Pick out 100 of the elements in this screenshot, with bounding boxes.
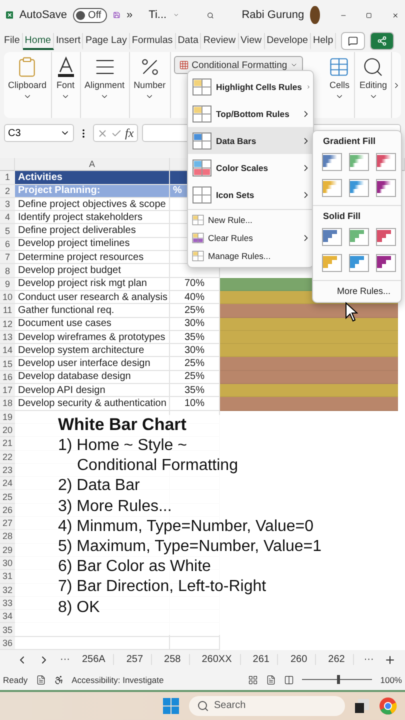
menu-item[interactable]: New Rule...: [188, 211, 313, 229]
row-number[interactable]: 36: [0, 636, 15, 650]
row-number[interactable]: 31: [0, 570, 15, 584]
ribbon-tab[interactable]: Insert: [54, 32, 84, 50]
caption-step: 2) Data Bar: [58, 476, 322, 497]
table-cell: Develop API design: [15, 384, 170, 398]
ribbon-group-label[interactable]: Editing: [359, 80, 387, 90]
row-number[interactable]: 32: [0, 584, 15, 597]
row-number[interactable]: 15: [0, 357, 15, 371]
sheet-tab[interactable]: 262: [326, 654, 354, 666]
sheet-tab[interactable]: 261: [250, 654, 278, 666]
menu-item[interactable]: Color Scales: [188, 154, 313, 181]
row-number[interactable]: 35: [0, 623, 15, 637]
row-number[interactable]: 23: [0, 464, 15, 478]
row-number[interactable]: 22: [0, 450, 15, 464]
ribbon-tab[interactable]: View: [238, 32, 265, 50]
row-number[interactable]: 26: [0, 504, 15, 518]
table-cell: Identify project stakeholders: [15, 211, 170, 224]
row-number[interactable]: 18: [0, 397, 15, 411]
ribbon-tab[interactable]: Review: [201, 32, 239, 50]
row-number[interactable]: 12: [0, 318, 15, 331]
sheet-tab[interactable]: 256A: [80, 654, 114, 666]
ribbon-tab[interactable]: Data: [176, 32, 202, 50]
row-number[interactable]: 6: [0, 238, 15, 252]
more-tabs[interactable]: ···: [60, 654, 70, 666]
table-cell: Develop wireframes & prototypes: [15, 330, 170, 344]
row-number[interactable]: 2: [0, 184, 15, 198]
file-name[interactable]: Ti...: [148, 9, 167, 21]
caption-step: 3) More Rules...: [58, 496, 322, 517]
menu-item[interactable]: Data Bars: [188, 127, 313, 154]
table-cell: Document use cases: [15, 318, 170, 331]
column-header[interactable]: A: [15, 158, 170, 172]
menu-item[interactable]: Highlight Cells Rules: [188, 73, 313, 100]
autosave-toggle[interactable]: Off: [73, 8, 108, 22]
row-number[interactable]: 28: [0, 530, 15, 544]
table-cell: Develop database design: [15, 370, 170, 384]
row-number[interactable]: 1: [0, 171, 15, 185]
row-number[interactable]: 33: [0, 596, 15, 610]
row-number[interactable]: 11: [0, 304, 15, 318]
row-number[interactable]: 4: [0, 211, 15, 224]
name-box[interactable]: C3: [4, 124, 74, 142]
sheet-tab[interactable]: 258: [162, 654, 190, 666]
ribbon-tab[interactable]: Page Lay: [83, 32, 130, 50]
more-rules-item[interactable]: More Rules...: [313, 280, 401, 300]
row-number[interactable]: 29: [0, 544, 15, 557]
section-title: Gradient Fill: [322, 135, 377, 148]
table-cell: Develop project risk mgt plan: [15, 278, 170, 291]
row-number[interactable]: 8: [0, 264, 15, 278]
row-number[interactable]: 16: [0, 370, 15, 384]
menu-item[interactable]: Manage Rules...: [188, 247, 313, 265]
table-cell: Develop project budget: [15, 264, 170, 278]
menu-item[interactable]: Clear Rules: [188, 229, 313, 247]
row-number[interactable]: 30: [0, 556, 15, 570]
table-cell: Gather functional req.: [15, 304, 170, 318]
table-cell: Develop system architecture: [15, 344, 170, 358]
row-number[interactable]: 21: [0, 437, 15, 451]
table-cell: Develop user interface design: [15, 357, 170, 371]
row-number[interactable]: 27: [0, 517, 15, 530]
table-cell: Conduct user research & analysis: [15, 290, 170, 304]
row-number[interactable]: 17: [0, 384, 15, 398]
ribbon-group-label[interactable]: Font: [56, 80, 75, 90]
ribbon-tab[interactable]: Home: [22, 32, 54, 50]
ribbon-group-label[interactable]: Number: [134, 80, 166, 90]
row-number[interactable]: 10: [0, 290, 15, 304]
autosave-label: AutoSave: [19, 9, 68, 21]
row-number[interactable]: 25: [0, 490, 15, 504]
ribbon-tab[interactable]: Develope: [264, 32, 311, 50]
user-name: Rabi Gurung: [242, 9, 304, 21]
row-number[interactable]: 14: [0, 344, 15, 358]
accessibility-status[interactable]: Accessibility: Investigate: [72, 674, 164, 685]
row-number[interactable]: 34: [0, 610, 15, 624]
menu-item[interactable]: Top/Bottom Rules: [188, 100, 313, 127]
sheet-tab[interactable]: 257: [124, 654, 152, 666]
row-number[interactable]: 19: [0, 410, 15, 424]
ribbon-tab[interactable]: Help: [311, 32, 336, 50]
sheet-tab[interactable]: 260XX: [200, 654, 241, 666]
more-commands[interactable]: »: [126, 9, 133, 21]
row-number[interactable]: 3: [0, 198, 15, 212]
ribbon-tab[interactable]: File: [2, 32, 23, 50]
sheet-tab[interactable]: 260: [288, 654, 316, 666]
row-number[interactable]: 9: [0, 278, 15, 291]
ribbon-tab[interactable]: Formulas: [130, 32, 176, 50]
status-text: Ready: [3, 674, 28, 685]
caption-title: White Bar Chart: [58, 415, 188, 435]
ribbon-group-label[interactable]: Alignment: [84, 80, 125, 90]
zoom-level[interactable]: 100%: [380, 674, 402, 685]
caption-step: 4) Minmum, Type=Number, Value=0: [58, 516, 322, 538]
search-field[interactable]: Search: [189, 696, 345, 716]
table-cell: Define project deliverables: [15, 224, 170, 238]
table-cell: Define project objectives & scope: [15, 198, 170, 212]
row-number[interactable]: 20: [0, 424, 15, 438]
row-number[interactable]: 7: [0, 251, 15, 264]
row-number[interactable]: 13: [0, 330, 15, 344]
more-tabs[interactable]: ···: [364, 654, 374, 666]
formula-buttons[interactable]: fx: [93, 124, 138, 142]
ribbon-group-label[interactable]: Clipboard: [8, 80, 47, 90]
ribbon-group-label[interactable]: Cells: [329, 80, 350, 90]
row-number[interactable]: 5: [0, 224, 15, 238]
row-number[interactable]: 24: [0, 477, 15, 490]
caption-step: 7) Bar Direction, Left-to-Right: [58, 577, 322, 598]
